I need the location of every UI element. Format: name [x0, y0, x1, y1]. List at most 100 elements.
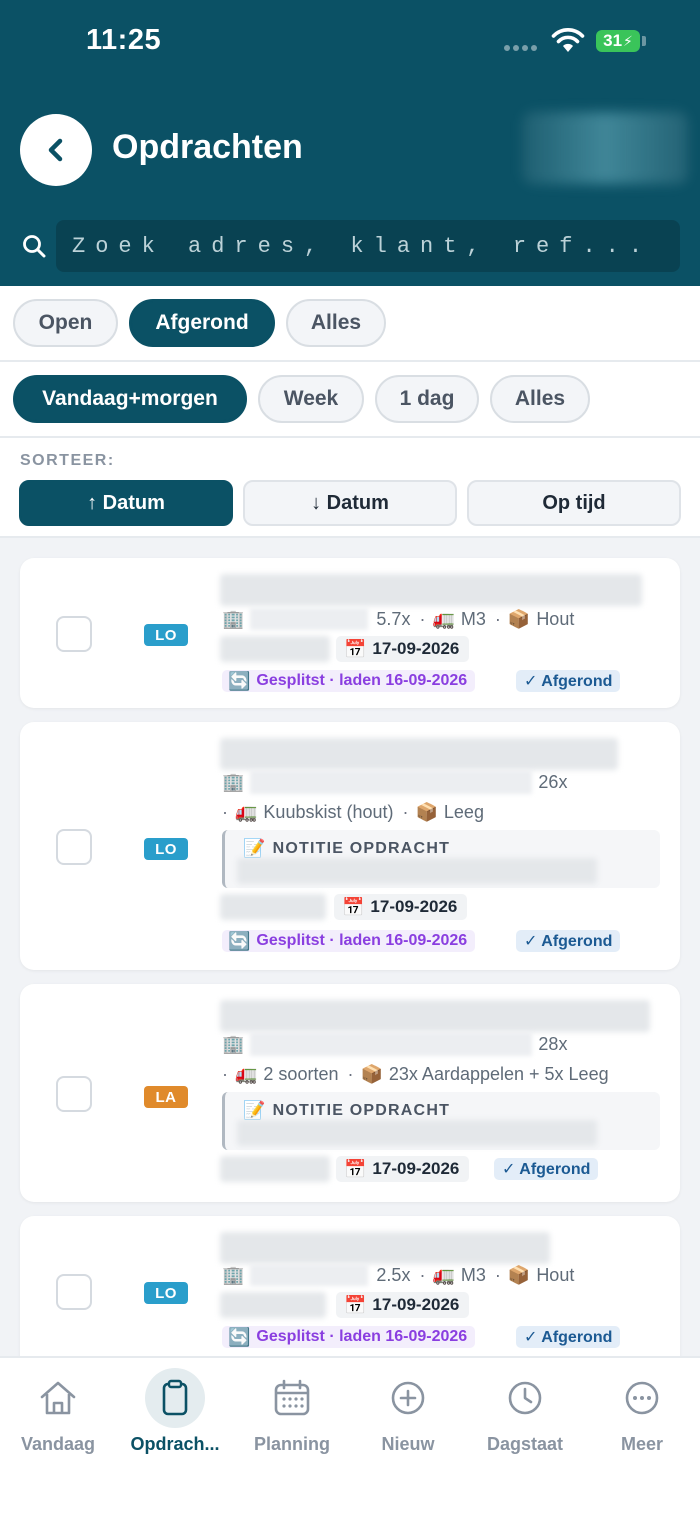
order-cargo: 23x Aardappelen + 5x Leeg [388, 1064, 609, 1084]
bottom-navigation: Vandaag Opdrach... Planning Nieuw Dagsta… [0, 1356, 700, 1514]
order-card[interactable]: LO 🏢 26x · 🚛 Kuubskist (hout) · 📦 Leeg 📝… [20, 722, 680, 970]
blurred-address [220, 1000, 650, 1032]
order-note: 📝 NOTITIE OPDRACHT [222, 1092, 660, 1150]
period-vandaag-morgen[interactable]: Vandaag+morgen [13, 375, 247, 423]
building-icon: 🏢 [222, 1264, 245, 1285]
order-checkbox[interactable] [56, 1076, 92, 1112]
calendar-icon [274, 1379, 310, 1416]
order-card[interactable]: LO 🏢 5.7x · 🚛 M3 · 📦 Hout 📅 17-09-2026 🔄… [20, 558, 680, 708]
order-vehicle: M3 [460, 1264, 486, 1285]
blurred-address [220, 1232, 550, 1264]
sort-row: ↑ Datum ↓ Datum Op tijd [19, 480, 681, 526]
package-icon: 📦 [415, 802, 438, 822]
order-list[interactable]: LO 🏢 5.7x · 🚛 M3 · 📦 Hout 📅 17-09-2026 🔄… [0, 538, 700, 1356]
order-cargo: Hout [536, 1264, 575, 1285]
truck-icon: 🚛 [235, 802, 258, 822]
status-badge: ✓ Afgerond [516, 670, 621, 692]
truck-icon: 🚛 [432, 608, 455, 629]
page-title: Opdrachten [112, 128, 303, 166]
separator: · [419, 608, 426, 629]
more-icon [625, 1381, 659, 1415]
blurred-reference [220, 1156, 330, 1182]
sort-date-asc-button[interactable]: ↑ Datum [19, 480, 233, 526]
filter-alles[interactable]: Alles [286, 299, 386, 347]
blurred-user-info [522, 112, 688, 184]
truck-icon: 🚛 [432, 1264, 455, 1285]
nav-opdrachten[interactable]: Opdrach... [117, 1368, 233, 1455]
filter-open[interactable]: Open [13, 299, 118, 347]
nav-label: Nieuw [381, 1434, 435, 1454]
order-vehicle: 2 soorten [263, 1064, 339, 1084]
order-date: 17-09-2026 [370, 897, 458, 916]
wifi-icon [551, 28, 585, 52]
period-1-dag[interactable]: 1 dag [375, 375, 479, 423]
order-checkbox[interactable] [56, 616, 92, 652]
package-icon: 📦 [360, 1064, 383, 1084]
order-date-chip: 📅 17-09-2026 [334, 894, 468, 920]
order-checkbox[interactable] [56, 1274, 92, 1310]
sort-on-time-button[interactable]: Op tijd [467, 480, 681, 526]
package-icon: 📦 [507, 1264, 531, 1285]
order-vehicle: Kuubskist (hout) [263, 802, 394, 822]
nav-planning[interactable]: Planning [234, 1368, 350, 1455]
separator: · [222, 802, 228, 822]
nav-icon-wrap [145, 1368, 205, 1428]
blurred-reference [220, 1292, 326, 1318]
package-icon: 📦 [507, 608, 531, 629]
order-details-line: · 🚛 Kuubskist (hout) · 📦 Leeg [222, 802, 484, 823]
note-title-text: NOTITIE OPDRACHT [272, 839, 451, 857]
period-week[interactable]: Week [258, 375, 364, 423]
filter-afgerond[interactable]: Afgerond [129, 299, 275, 347]
order-checkbox[interactable] [56, 829, 92, 865]
building-icon: 🏢 [222, 608, 245, 629]
order-note: 📝 NOTITIE OPDRACHT [222, 830, 660, 888]
nav-meer[interactable]: Meer [584, 1368, 700, 1455]
nav-label: Vandaag [20, 1434, 96, 1454]
truck-icon: 🚛 [235, 1064, 258, 1084]
order-card[interactable]: LO 🏢 2.5x · 🚛 M3 · 📦 Hout 📅 17-09-2026 🔄… [20, 1216, 680, 1356]
order-count: 5.7x [376, 608, 411, 629]
order-cargo: Leeg [443, 802, 484, 822]
period-filter-row: Vandaag+morgen Week 1 dag Alles [0, 362, 700, 438]
split-text: Gesplitst · laden 16-09-2026 [256, 932, 468, 949]
nav-label: Planning [254, 1434, 330, 1454]
nav-icon-wrap [262, 1368, 322, 1428]
order-date: 17-09-2026 [372, 1295, 460, 1314]
battery-level: 31 [603, 31, 623, 50]
back-button[interactable] [20, 114, 92, 186]
nav-dagstaat[interactable]: Dagstaat [467, 1368, 583, 1455]
search-input[interactable] [56, 220, 680, 272]
order-count: 26x [538, 771, 568, 792]
order-details-line: 🏢 5.7x · 🚛 M3 · 📦 Hout [222, 608, 574, 630]
split-badge: 🔄 Gesplitst · laden 16-09-2026 [222, 1326, 476, 1348]
clipboard-icon [162, 1379, 188, 1416]
order-date-chip: 📅 17-09-2026 [336, 1292, 470, 1318]
blurred-reference [220, 636, 330, 662]
calendar-icon: 📅 [344, 1294, 367, 1315]
order-type-badge: LO [144, 838, 188, 860]
nav-vandaag[interactable]: Vandaag [0, 1368, 116, 1455]
separator: · [494, 608, 501, 629]
building-icon: 🏢 [222, 1033, 245, 1054]
order-card[interactable]: LA 🏢 28x · 🚛 2 soorten · 📦 23x Aardappel… [20, 984, 680, 1202]
blurred-address [220, 574, 642, 606]
split-badge: 🔄 Gesplitst · laden 16-09-2026 [222, 930, 476, 952]
cellular-signal-icon [504, 45, 537, 51]
separator: · [402, 802, 409, 822]
nav-nieuw[interactable]: Nieuw [350, 1368, 466, 1455]
blurred-reference [220, 894, 326, 920]
order-date: 17-09-2026 [372, 639, 460, 658]
memo-icon: 📝 [243, 838, 267, 858]
order-date-chip: 📅 17-09-2026 [336, 636, 470, 662]
sort-date-desc-button[interactable]: ↓ Datum [243, 480, 457, 526]
split-text: Gesplitst · laden 16-09-2026 [256, 672, 468, 689]
separator: · [419, 1264, 426, 1285]
nav-icon-wrap [28, 1368, 88, 1428]
repeat-icon: 🔄 [228, 1326, 251, 1347]
order-type-badge: LO [144, 624, 188, 646]
blurred-client [250, 770, 533, 794]
repeat-icon: 🔄 [228, 670, 251, 691]
status-filter-row: Open Afgerond Alles [0, 286, 700, 362]
period-alles[interactable]: Alles [490, 375, 590, 423]
nav-label: Meer [620, 1434, 664, 1454]
